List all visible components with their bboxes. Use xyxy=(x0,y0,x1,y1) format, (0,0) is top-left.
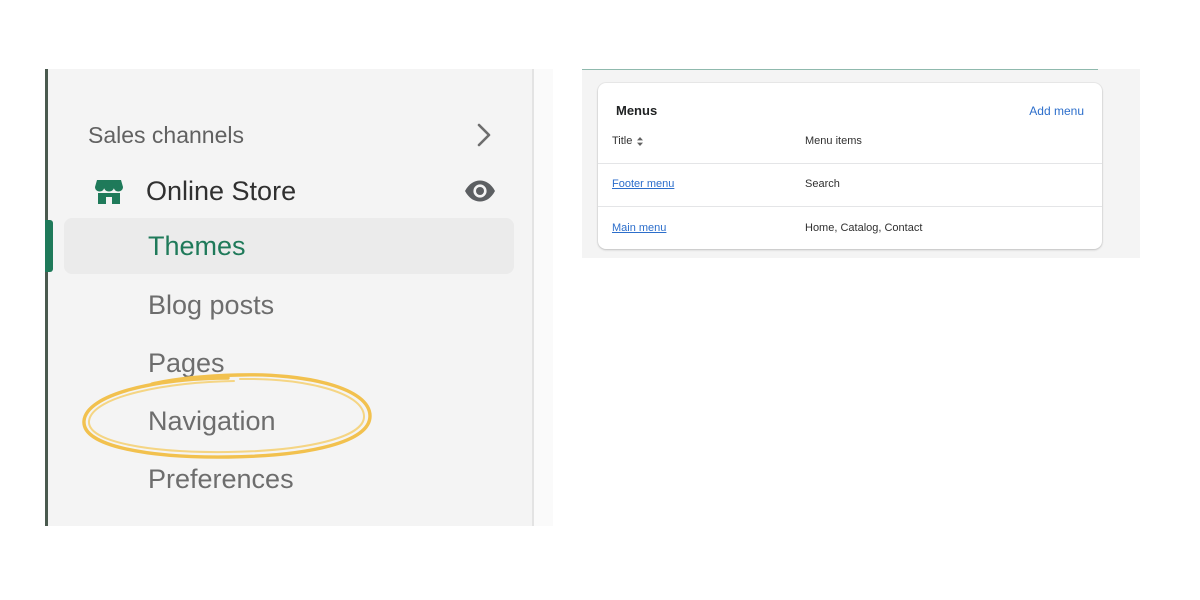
main-menu-items: Home, Catalog, Contact xyxy=(805,222,923,234)
menu-items-column-header: Menu items xyxy=(805,135,862,147)
eye-icon[interactable] xyxy=(462,173,498,209)
title-column-label: Title xyxy=(612,135,633,147)
screenshot-canvas: Sales channels Online Store Themes Blog … xyxy=(0,0,1200,600)
menus-card-title: Menus xyxy=(616,103,658,118)
sidebar-item-pages[interactable]: Pages xyxy=(64,335,514,391)
panel-top-divider xyxy=(582,69,1098,70)
menus-panel: Menus Add menu Title Menu items Footer m… xyxy=(582,69,1140,258)
online-store-item[interactable]: Online Store xyxy=(92,171,498,211)
sidebar-item-themes[interactable]: Themes xyxy=(64,218,514,274)
sidebar-item-preferences[interactable]: Preferences xyxy=(64,451,514,507)
title-column-header[interactable]: Title xyxy=(612,135,644,147)
menus-table-header: Title Menu items xyxy=(598,129,1102,164)
footer-menu-items: Search xyxy=(805,178,840,190)
sidebar-item-navigation[interactable]: Navigation xyxy=(64,393,514,449)
store-icon xyxy=(92,174,126,208)
table-row: Main menu Home, Catalog, Contact xyxy=(598,207,1102,249)
chevron-right-icon[interactable] xyxy=(470,121,498,149)
sidebar-item-blog-posts[interactable]: Blog posts xyxy=(64,277,514,333)
table-row: Footer menu Search xyxy=(598,163,1102,207)
content-edge-strip xyxy=(534,69,553,526)
add-menu-link[interactable]: Add menu xyxy=(1029,104,1084,118)
menus-card: Menus Add menu Title Menu items Footer m… xyxy=(598,83,1102,249)
admin-sidebar: Sales channels Online Store Themes Blog … xyxy=(45,69,553,526)
sales-channels-label: Sales channels xyxy=(88,121,244,148)
sales-channels-header[interactable]: Sales channels xyxy=(88,119,498,151)
sort-icon xyxy=(637,136,644,146)
footer-menu-link[interactable]: Footer menu xyxy=(612,178,674,190)
active-indicator-bar xyxy=(45,220,53,272)
online-store-label: Online Store xyxy=(146,175,297,206)
main-menu-link[interactable]: Main menu xyxy=(612,222,666,234)
